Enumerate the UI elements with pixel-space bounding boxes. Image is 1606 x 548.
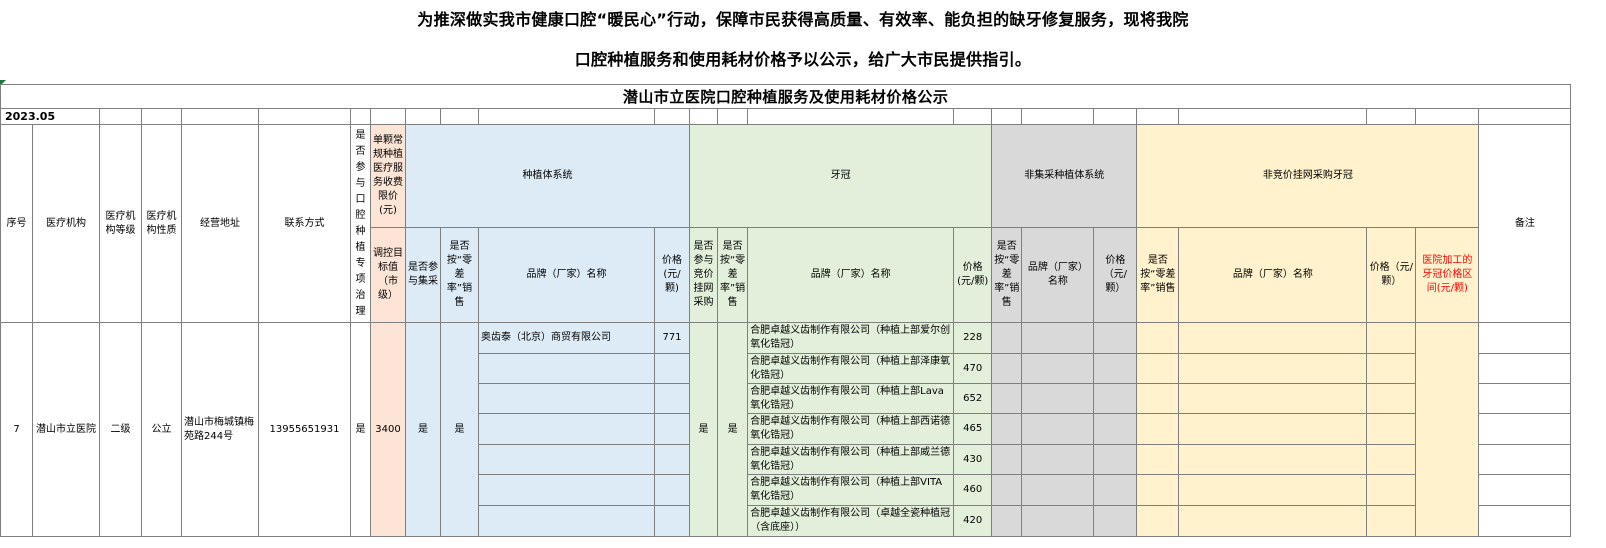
sheet-title[interactable]: 潜山市立医院口腔种植服务及使用耗材价格公示 bbox=[0, 84, 1572, 109]
header-non-bid-crown[interactable]: 非竞价挂网采购牙冠 bbox=[1136, 124, 1480, 228]
cell-crown-brand[interactable]: 合肥卓越义齿制作有限公司（种植上部爱尔创氧化锆冠） bbox=[747, 322, 955, 354]
header-implant-system[interactable]: 种植体系统 bbox=[405, 124, 690, 228]
header-institution[interactable]: 医疗机构 bbox=[32, 124, 100, 323]
table-row: 7 潜山市立医院 二级 公立 潜山市梅城镇梅苑路244号 13955651931… bbox=[0, 322, 1572, 537]
cell-crown-price[interactable]: 228 bbox=[953, 322, 993, 354]
header-nc-zero[interactable]: 是否按“零差率”销售 bbox=[991, 227, 1023, 323]
cell-implant-price[interactable]: 771 bbox=[654, 322, 690, 354]
header-level[interactable]: 医疗机构等级 bbox=[99, 124, 142, 323]
header-participate[interactable]: 是否参与口腔种植专项治理 bbox=[350, 124, 371, 323]
cell-contact[interactable]: 13955651931 bbox=[258, 322, 351, 537]
header-regulation-target[interactable]: 调控目标值（市级） bbox=[370, 227, 406, 323]
cell-crown-price[interactable]: 420 bbox=[953, 505, 993, 537]
intro-text-line-2: 口腔种植服务和使用耗材价格予以公示，给广大市民提供指引。 bbox=[574, 50, 1032, 69]
cell-target[interactable]: 3400 bbox=[370, 322, 406, 537]
cell-implant-central[interactable]: 是 bbox=[405, 322, 441, 537]
cell-crown-brand[interactable]: 合肥卓越义齿制作有限公司（种植上部VITA氧化锆冠） bbox=[747, 474, 955, 506]
header-is-central[interactable]: 是否参与集采 bbox=[405, 227, 441, 323]
header-crown-zero[interactable]: 是否按“零差率”销售 bbox=[716, 227, 749, 323]
header-nc-price[interactable]: 价格（元/颗） bbox=[1093, 227, 1138, 323]
header-nb-brand[interactable]: 品牌（厂家）名称 bbox=[1178, 227, 1368, 323]
cell-crown-bid[interactable]: 是 bbox=[689, 322, 718, 537]
header-address[interactable]: 经营地址 bbox=[181, 124, 259, 323]
cell-crown-brand[interactable]: 合肥卓越义齿制作有限公司（卓越全瓷种植冠（含底座）） bbox=[747, 505, 955, 537]
cell-crown-price[interactable]: 430 bbox=[953, 444, 993, 475]
date-row: 2023.05 bbox=[0, 108, 1572, 125]
cell-crown-brand[interactable]: 合肥卓越义齿制作有限公司（种植上部威兰德氧化锆冠） bbox=[747, 444, 955, 475]
cell-crown-price[interactable]: 652 bbox=[953, 383, 993, 414]
cell-nature[interactable]: 公立 bbox=[141, 322, 182, 537]
sheet-title-row: 潜山市立医院口腔种植服务及使用耗材价格公示 bbox=[0, 84, 1572, 109]
header-crown-brand[interactable]: 品牌（厂家）名称 bbox=[747, 227, 955, 323]
spreadsheet-view: 为推深做实我市健康口腔“暖民心”行动，保障市民获得高质量、有效率、能负担的缺牙修… bbox=[0, 0, 1606, 548]
cell-participate[interactable]: 是 bbox=[350, 322, 371, 537]
header-seq[interactable]: 序号 bbox=[0, 124, 33, 323]
header-non-central[interactable]: 非集采种植体系统 bbox=[991, 124, 1138, 228]
header-crown[interactable]: 牙冠 bbox=[688, 124, 993, 228]
header-remark[interactable]: 备注 bbox=[1478, 124, 1572, 323]
date-cell[interactable]: 2023.05 bbox=[0, 108, 100, 125]
cell-implant-zero[interactable]: 是 bbox=[440, 322, 479, 537]
header-row-1: 序号 医疗机构 医疗机构等级 医疗机构性质 经营地址 联系方式 是否参与口腔种植… bbox=[0, 124, 1572, 323]
header-nc-brand[interactable]: 品牌（厂家）名称 bbox=[1021, 227, 1095, 323]
header-nature[interactable]: 医疗机构性质 bbox=[141, 124, 182, 323]
header-contact[interactable]: 联系方式 bbox=[258, 124, 351, 323]
cell-crown-brand[interactable]: 合肥卓越义齿制作有限公司（种植上部泽康氧化锆冠） bbox=[747, 353, 955, 384]
cell-crown-price[interactable]: 460 bbox=[953, 474, 993, 506]
cell-implant-brand[interactable]: 奥齿泰（北京）商贸有限公司 bbox=[478, 322, 655, 354]
cell-crown-brand[interactable]: 合肥卓越义齿制作有限公司（种植上部西诺德氧化锆冠） bbox=[747, 413, 955, 445]
header-zero-diff[interactable]: 是否按“零差率”销售 bbox=[440, 227, 479, 323]
header-nb-price[interactable]: 价格（元/颗） bbox=[1366, 227, 1417, 323]
price-table: 潜山市立医院口腔种植服务及使用耗材价格公示 2023.05 序号 医疗机构 医疗… bbox=[0, 84, 1572, 537]
cell-address[interactable]: 潜山市梅城镇梅苑路244号 bbox=[181, 322, 259, 537]
cell-crown-price[interactable]: 470 bbox=[953, 353, 993, 384]
intro-text-line-1: 为推深做实我市健康口腔“暖民心”行动，保障市民获得高质量、有效率、能负担的缺牙修… bbox=[417, 10, 1189, 29]
cell-level[interactable]: 二级 bbox=[99, 322, 142, 537]
header-hospital-crown-range[interactable]: 医院加工的牙冠价格区间(元/颗) bbox=[1415, 227, 1480, 323]
cell-crown-zero[interactable]: 是 bbox=[716, 322, 749, 537]
header-crown-bid[interactable]: 是否参与竞价挂网采购 bbox=[689, 227, 718, 323]
header-crown-price[interactable]: 价格(元/颗) bbox=[953, 227, 993, 323]
cell-crown-brand[interactable]: 合肥卓越义齿制作有限公司（种植上部Lava氧化锆冠） bbox=[747, 383, 955, 414]
header-single-fee[interactable]: 单颗常规种植医疗服务收费限价(元) bbox=[370, 124, 406, 228]
header-implant-brand[interactable]: 品牌（厂家）名称 bbox=[478, 227, 655, 323]
cell-crown-price[interactable]: 465 bbox=[953, 413, 993, 445]
cell-seq[interactable]: 7 bbox=[0, 322, 33, 537]
header-implant-price[interactable]: 价格(元/颗) bbox=[654, 227, 690, 323]
cell-institution[interactable]: 潜山市立医院 bbox=[32, 322, 100, 537]
header-nb-zero[interactable]: 是否按“零差率”销售 bbox=[1136, 227, 1180, 323]
